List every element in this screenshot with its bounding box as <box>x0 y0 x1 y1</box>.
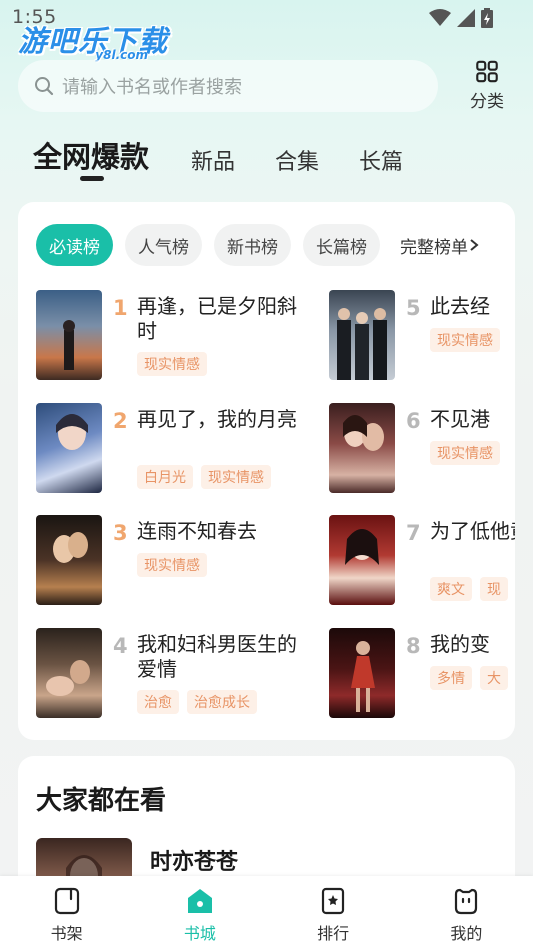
bookshelf-icon <box>54 887 79 915</box>
book-title: 再见了，我的月亮 <box>137 407 297 431</box>
signal-icon <box>457 9 475 27</box>
rank-number: 4 <box>113 634 128 658</box>
battery-icon <box>481 8 493 28</box>
book-title: 我和妇科男医生的爱情 <box>137 632 297 681</box>
popular-section: 大家都在看 时亦苍苍 <box>18 756 515 898</box>
status-icons <box>429 8 493 28</box>
book-tags: 现实情感 <box>430 328 500 352</box>
book-cover <box>329 290 395 380</box>
book-item[interactable]: 8 我的变 多情 大 <box>329 628 515 718</box>
rank-number: 3 <box>113 521 128 545</box>
book-tags: 治愈 治愈成长 <box>137 690 257 714</box>
book-tag: 白月光 <box>137 465 193 489</box>
book-tag: 现实情感 <box>201 465 271 489</box>
book-item[interactable]: 6 不见港 现实情感 <box>329 403 515 493</box>
book-cover <box>329 403 395 493</box>
tab-indicator <box>80 176 104 181</box>
nav-label: 我的 <box>450 924 483 943</box>
book-item[interactable]: 3 连雨不知春去 现实情感 <box>36 515 336 605</box>
book-cover <box>36 403 102 493</box>
book-cover <box>329 515 395 605</box>
book-item[interactable]: 7 为了低他竟赐 爽文 现 <box>329 515 515 605</box>
tab-hot[interactable]: 全网爆款 <box>33 134 149 176</box>
book-tag: 多情 <box>430 666 472 690</box>
book-tags: 现实情感 <box>137 553 207 577</box>
tab-new[interactable]: 新品 <box>191 144 235 176</box>
book-item[interactable]: 2 再见了，我的月亮 白月光 现实情感 <box>36 403 336 493</box>
profile-icon <box>455 888 478 915</box>
book-tag: 现实情感 <box>137 553 207 577</box>
book-title: 为了低他竟赐 <box>430 519 515 543</box>
site-logo: 游吧乐下载 y8l.com <box>18 18 188 64</box>
book-tags: 多情 大 <box>430 666 508 690</box>
rank-tab-long[interactable]: 长篇榜 <box>303 224 380 266</box>
tab-collection[interactable]: 合集 <box>275 144 319 176</box>
book-title: 连雨不知春去 <box>137 519 257 543</box>
book-title: 再逢，已是夕阳斜时 <box>137 294 297 343</box>
nav-label: 书架 <box>50 924 83 943</box>
rank-number: 2 <box>113 409 128 433</box>
book-tag: 现 <box>480 577 508 601</box>
ranking-icon <box>322 887 345 915</box>
book-title: 此去经 <box>430 294 490 318</box>
rank-number: 8 <box>406 634 421 658</box>
book-tags: 现实情感 <box>137 352 207 376</box>
rank-tabs: 必读榜 人气榜 新书榜 长篇榜 完整榜单 <box>36 224 480 266</box>
book-tag: 治愈 <box>137 690 179 714</box>
book-item[interactable]: 5 此去经 现实情感 <box>329 290 515 380</box>
category-label: 分类 <box>470 92 504 112</box>
search-icon <box>35 77 54 96</box>
nav-label: 书城 <box>183 924 216 943</box>
book-tag: 大 <box>480 666 508 690</box>
rank-number: 1 <box>113 296 128 320</box>
rank-tab-must-read[interactable]: 必读榜 <box>36 224 113 266</box>
book-title: 不见港 <box>430 407 490 431</box>
book-item[interactable]: 1 再逢，已是夕阳斜时 现实情感 <box>36 290 336 380</box>
book-tags: 白月光 现实情感 <box>137 465 271 489</box>
book-tags: 爽文 现 <box>430 577 508 601</box>
nav-profile[interactable]: 我的 <box>400 876 533 948</box>
book-title[interactable]: 时亦苍苍 <box>150 844 238 876</box>
rank-number: 6 <box>406 409 421 433</box>
ranking-card: 必读榜 人气榜 新书榜 长篇榜 完整榜单 1 再逢，已是夕阳斜时 现实情感 2 … <box>18 202 515 740</box>
book-tag: 现实情感 <box>430 441 500 465</box>
book-title: 我的变 <box>430 632 490 656</box>
bottom-nav: 书架 书城 排行 我的 <box>0 876 533 948</box>
book-tags: 现实情感 <box>430 441 500 465</box>
wifi-icon <box>429 9 451 26</box>
nav-bookstore[interactable]: 书城 <box>133 876 266 948</box>
book-cover <box>36 290 102 380</box>
section-title: 大家都在看 <box>36 786 167 816</box>
book-tag: 爽文 <box>430 577 472 601</box>
rank-tab-new[interactable]: 新书榜 <box>214 224 291 266</box>
category-button[interactable]: 分类 <box>464 60 510 112</box>
nav-ranking[interactable]: 排行 <box>267 876 400 948</box>
book-cover <box>36 515 102 605</box>
rank-tab-popular[interactable]: 人气榜 <box>125 224 202 266</box>
book-cover <box>329 628 395 718</box>
grid-icon <box>476 60 498 83</box>
book-tag: 现实情感 <box>137 352 207 376</box>
book-item[interactable]: 4 我和妇科男医生的爱情 治愈 治愈成长 <box>36 628 336 718</box>
search-placeholder: 请输入书名或作者搜索 <box>62 77 242 98</box>
full-ranking-label: 完整榜单 <box>400 237 468 258</box>
chevron-right-icon <box>470 239 479 251</box>
nav-label: 排行 <box>317 924 350 943</box>
book-tag: 现实情感 <box>430 328 500 352</box>
top-tabs: 全网爆款 新品 合集 长篇 <box>33 134 443 176</box>
book-cover <box>36 628 102 718</box>
full-ranking-link[interactable]: 完整榜单 <box>400 233 480 258</box>
nav-bookshelf[interactable]: 书架 <box>0 876 133 948</box>
book-tag: 治愈成长 <box>187 690 257 714</box>
bookstore-icon <box>187 889 212 913</box>
rank-number: 5 <box>406 296 421 320</box>
search-input[interactable]: 请输入书名或作者搜索 <box>18 60 438 112</box>
tab-long[interactable]: 长篇 <box>359 144 403 176</box>
rank-number: 7 <box>406 521 421 545</box>
